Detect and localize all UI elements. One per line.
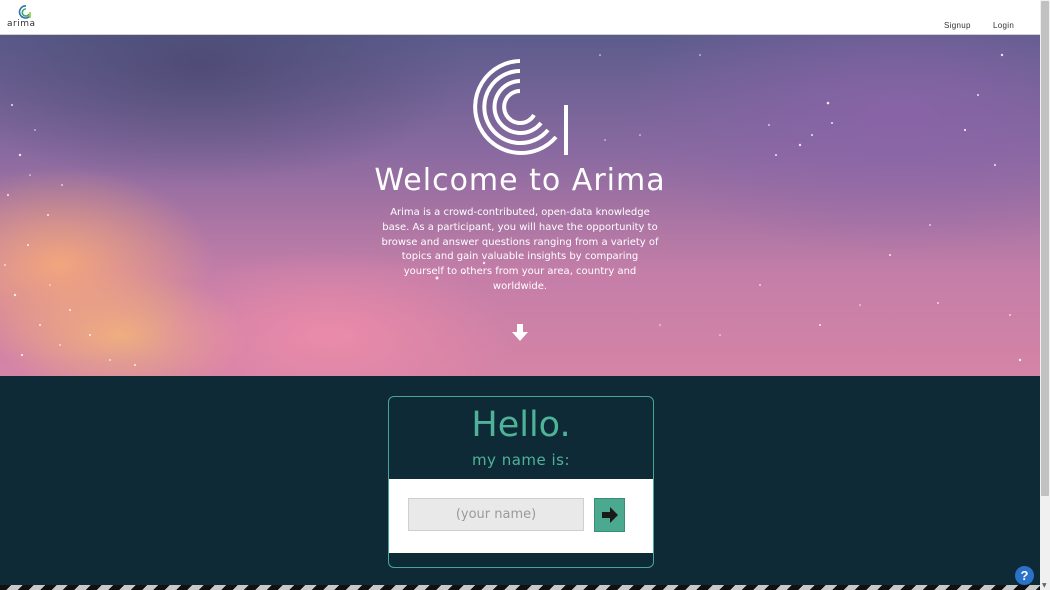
arima-hero-logo-icon [473, 59, 568, 155]
hero-section: Welcome to Arima Arima is a crowd-contri… [0, 35, 1040, 376]
arrow-right-icon [602, 507, 618, 523]
login-link[interactable]: Login [993, 21, 1014, 30]
hero-description: Arima is a crowd-contributed, open-data … [381, 207, 659, 292]
arima-logo-icon [18, 5, 31, 19]
scroll-down-icon[interactable]: ▼ [1042, 582, 1047, 589]
scrollbar-thumb[interactable] [1041, 1, 1049, 496]
submit-name-button[interactable] [594, 498, 625, 532]
name-input-panel [389, 479, 653, 553]
name-prompt: my name is: [471, 451, 571, 469]
page-title: Welcome to Arima [374, 163, 666, 198]
greeting-heading: Hello. [471, 405, 571, 445]
name-card: Hello. my name is: [388, 396, 654, 568]
brand-home-link[interactable]: arima [7, 4, 37, 32]
signup-link[interactable]: Signup [944, 21, 971, 30]
page-scrollbar[interactable]: ▲ ▼ [1040, 0, 1050, 590]
brand-name: arima [7, 19, 36, 29]
help-button[interactable]: ? [1015, 566, 1034, 585]
bottom-stripe [0, 585, 1040, 590]
arrow-down-icon[interactable] [509, 322, 531, 344]
name-input[interactable] [408, 498, 584, 531]
top-bar: arima Signup Login [0, 0, 1040, 35]
